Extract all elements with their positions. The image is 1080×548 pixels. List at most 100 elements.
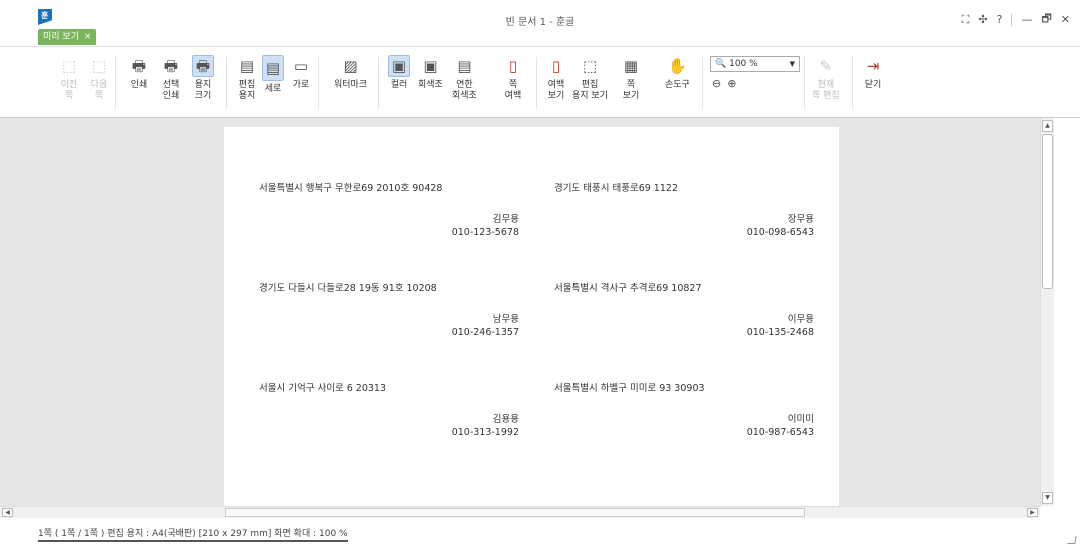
landscape-button[interactable]: ▭ 가로 [290,55,312,91]
label-name: 김무용 [492,214,519,225]
divider [852,57,853,109]
page-edit-icon: ✎ [819,56,833,75]
portrait-icon: ▤ [262,55,284,81]
document-page: 서울특별시 행복구 무한로69 2010호 90428 김무용 010-123-… [224,127,839,506]
color-button[interactable]: ▣ 컬러 [388,55,410,91]
multi-page-icon: ▦ [623,56,639,75]
label-name: 장무용 [787,214,814,225]
title-bar: 훈 미리 보기 × 빈 문서 1 - 훈글 ⛶ ✣ ? — 🗗 ✕ [0,0,1080,46]
label-address: 서울특별시 하벨구 미미로 93 30903 [554,383,705,394]
next-page-button[interactable]: ⬚ 다음 쪽 [88,55,110,102]
label-address: 서울특별시 격사구 추격로69 10827 [554,283,702,294]
zoom-out-icon[interactable]: ⊖ [712,77,721,90]
watermark-button[interactable]: ▨ 워터마크 [334,55,367,91]
chevron-down-icon: ▼ [789,60,795,68]
label-name: 이미미 [787,414,814,425]
label-phone: 010-246-1357 [451,327,519,338]
prev-page-button[interactable]: ⬚ 이전 쪽 [58,55,80,102]
divider [536,57,537,109]
light-grayscale-button[interactable]: ▤ 연한 회색조 [452,55,477,102]
side-strip [1054,118,1080,506]
scroll-right-icon[interactable]: ▶ [1027,508,1038,517]
light-grayscale-icon: ▤ [457,56,472,75]
color-page-icon: ▣ [388,55,410,77]
move-icon[interactable]: ✣ [978,13,987,26]
page-margin-button[interactable]: ▯ 쪽 여백 [502,55,524,102]
window-controls: ⛶ ✣ ? — 🗗 ✕ [962,10,1070,29]
help-icon[interactable]: ? [997,13,1003,26]
preview-ribbon: ⬚ 이전 쪽 ⬚ 다음 쪽 🖶 인쇄 🖶 선택 인쇄 🖶 용지 크기 ▤ 편집 … [0,46,1080,118]
label-address: 경기도 태풍시 태풍로69 1122 [554,183,678,194]
portrait-button[interactable]: ▤ 세로 [262,55,284,95]
zoom-select[interactable]: 🔍 100 % ▼ [710,56,800,72]
fullscreen-icon[interactable]: ⛶ [962,13,970,27]
vertical-scrollbar[interactable]: ▲ ▼ [1040,118,1054,506]
horizontal-scrollbar[interactable]: ◀ ▶ [0,506,1040,518]
resize-grip-icon[interactable] [1067,536,1077,544]
scroll-down-icon[interactable]: ▼ [1042,492,1053,504]
grayscale-button[interactable]: ▣ 회색조 [418,55,443,91]
next-page-icon: ⬚ [91,56,107,75]
divider [702,57,703,109]
tab-close-icon[interactable]: × [84,32,92,42]
hand-icon: ✋ [668,56,687,75]
landscape-icon: ▭ [293,56,309,75]
label-phone: 010-098-6543 [746,227,814,238]
margin-view-button[interactable]: ▯ 여백 보기 [545,55,567,102]
close-preview-button[interactable]: ⇥ 닫기 [862,55,884,91]
label-address: 서울시 기억구 사이로 6 20313 [259,383,387,394]
edit-paper-view-button[interactable]: ⬚ 편집 용지 보기 [572,55,608,102]
margin-view-icon: ▯ [551,56,561,75]
watermark-icon: ▨ [343,56,358,75]
edit-paper-button[interactable]: ▤ 편집 용지 [236,55,258,102]
window-title: 빈 문서 1 - 훈글 [505,17,575,28]
edit-paper-view-icon: ⬚ [582,56,598,75]
grayscale-icon: ▣ [423,56,438,75]
close-window-icon[interactable]: ✕ [1061,13,1070,26]
print-button[interactable]: 🖶 인쇄 [128,55,150,91]
current-page-edit-button[interactable]: ✎ 현재 쪽 편집 [812,55,840,102]
scroll-left-icon[interactable]: ◀ [2,508,13,517]
divider [115,57,116,109]
divider [318,57,319,109]
scroll-up-icon[interactable]: ▲ [1042,120,1053,132]
label-phone: 010-135-2468 [746,327,814,338]
divider [378,57,379,109]
preview-workspace: 서울특별시 행복구 무한로69 2010호 90428 김무용 010-123-… [0,118,1040,506]
print-selected-button[interactable]: 🖶 선택 인쇄 [160,55,182,102]
paper-size-button[interactable]: 🖶 용지 크기 [192,55,214,102]
status-text: 1쪽 ( 1쪽 / 1쪽 ) 편집 용지 : A4(국배판) [210 x 29… [38,529,348,539]
tab-preview-label: 미리 보기 [43,32,79,42]
minimize-icon[interactable]: — [1021,13,1032,26]
label-name: 이무용 [787,314,814,325]
hand-tool-button[interactable]: ✋ 손도구 [665,55,690,91]
page-view-button[interactable]: ▦ 쪽 보기 [620,55,642,102]
print-selected-icon: 🖶 [163,56,179,75]
page-margin-icon: ▯ [508,56,518,75]
zoom-in-icon[interactable]: ⊕ [727,77,736,90]
label-address: 서울특별시 행복구 무한로69 2010호 90428 [259,183,443,194]
printer-icon: 🖶 [131,56,147,75]
divider [804,57,805,109]
label-name: 김용용 [492,414,519,425]
exit-icon: ⇥ [866,56,880,75]
label-phone: 010-987-6543 [746,427,814,438]
label-name: 남무용 [492,314,519,325]
zoom-buttons: ⊖ ⊕ [712,77,736,90]
label-phone: 010-123-5678 [451,227,519,238]
divider [38,540,348,542]
divider [1011,13,1013,26]
edit-paper-icon: ▤ [239,56,255,75]
label-address: 경기도 다들시 다들로28 19동 91호 10208 [259,283,437,294]
tab-preview[interactable]: 미리 보기 × [38,29,97,45]
zoom-value: 100 % [729,59,758,69]
status-bar: 1쪽 ( 1쪽 / 1쪽 ) 편집 용지 : A4(국배판) [210 x 29… [0,518,1080,548]
scroll-thumb[interactable] [225,508,805,517]
restore-icon[interactable]: 🗗 [1041,10,1051,29]
paper-size-icon: 🖶 [192,55,214,77]
label-phone: 010-313-1992 [451,427,519,438]
scroll-thumb[interactable] [1042,134,1053,289]
prev-page-icon: ⬚ [61,56,77,75]
divider [226,57,227,109]
zoom-search-icon: 🔍 [715,59,727,69]
